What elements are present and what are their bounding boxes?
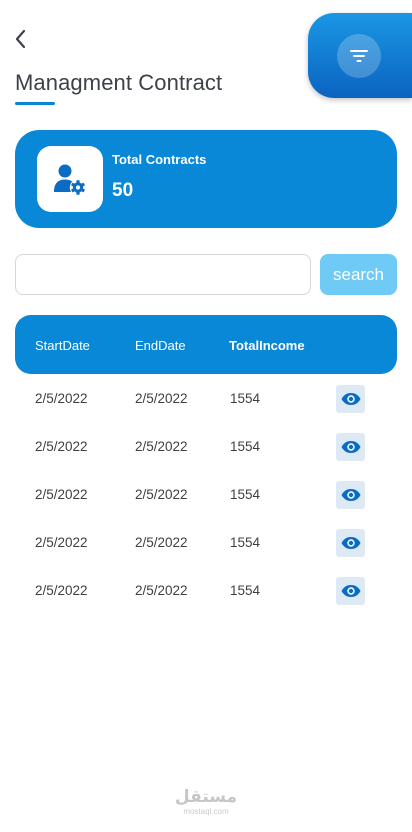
view-button[interactable] (336, 577, 365, 605)
watermark-text: مستقل (174, 787, 238, 807)
cell-end-date: 2/5/2022 (135, 487, 188, 502)
summary-value: 50 (112, 180, 134, 201)
cell-end-date: 2/5/2022 (135, 391, 188, 406)
eye-icon (341, 489, 360, 501)
user-gear-icon (54, 164, 85, 195)
cell-total-income: 1554 (230, 439, 261, 454)
title-underline (15, 102, 55, 105)
page-title: Managment Contract (15, 70, 223, 95)
cell-end-date: 2/5/2022 (135, 535, 188, 550)
cell-total-income: 1554 (230, 583, 261, 598)
eye-icon (341, 585, 360, 597)
cell-total-income: 1554 (230, 535, 261, 550)
search-input[interactable] (15, 254, 311, 295)
summary-icon-box (37, 146, 103, 212)
total-contracts-card: Total Contracts 50 (15, 130, 397, 228)
search-button[interactable]: search (320, 254, 397, 295)
eye-icon (341, 441, 360, 453)
filter-icon (350, 49, 368, 62)
table-row: 2/5/2022 2/5/2022 1554 (15, 428, 397, 468)
summary-label: Total Contracts (112, 152, 207, 167)
table-row: 2/5/2022 2/5/2022 1554 (15, 524, 397, 564)
cell-total-income: 1554 (230, 391, 261, 406)
watermark-subtext: mostaql.com (183, 807, 229, 816)
table-row: 2/5/2022 2/5/2022 1554 (15, 380, 397, 420)
table-row: 2/5/2022 2/5/2022 1554 (15, 572, 397, 612)
eye-icon (341, 537, 360, 549)
watermark: مستقل mostaql.com (0, 788, 412, 817)
chevron-left-icon (15, 29, 26, 49)
cell-end-date: 2/5/2022 (135, 583, 188, 598)
filter-button[interactable] (308, 13, 412, 98)
view-button[interactable] (336, 433, 365, 461)
table-row: 2/5/2022 2/5/2022 1554 (15, 476, 397, 516)
cell-start-date: 2/5/2022 (35, 535, 88, 550)
eye-icon (341, 393, 360, 405)
cell-total-income: 1554 (230, 487, 261, 502)
cell-start-date: 2/5/2022 (35, 487, 88, 502)
cell-start-date: 2/5/2022 (35, 583, 88, 598)
cell-start-date: 2/5/2022 (35, 439, 88, 454)
column-header-total-income: TotalIncome (229, 338, 305, 353)
view-button[interactable] (336, 385, 365, 413)
column-header-end-date: EndDate (135, 338, 186, 353)
back-button[interactable] (10, 26, 30, 52)
table-header: StartDate EndDate TotalIncome (15, 315, 397, 374)
cell-start-date: 2/5/2022 (35, 391, 88, 406)
filter-icon-circle (337, 33, 381, 78)
view-button[interactable] (336, 481, 365, 509)
view-button[interactable] (336, 529, 365, 557)
cell-end-date: 2/5/2022 (135, 439, 188, 454)
column-header-start-date: StartDate (35, 338, 90, 353)
